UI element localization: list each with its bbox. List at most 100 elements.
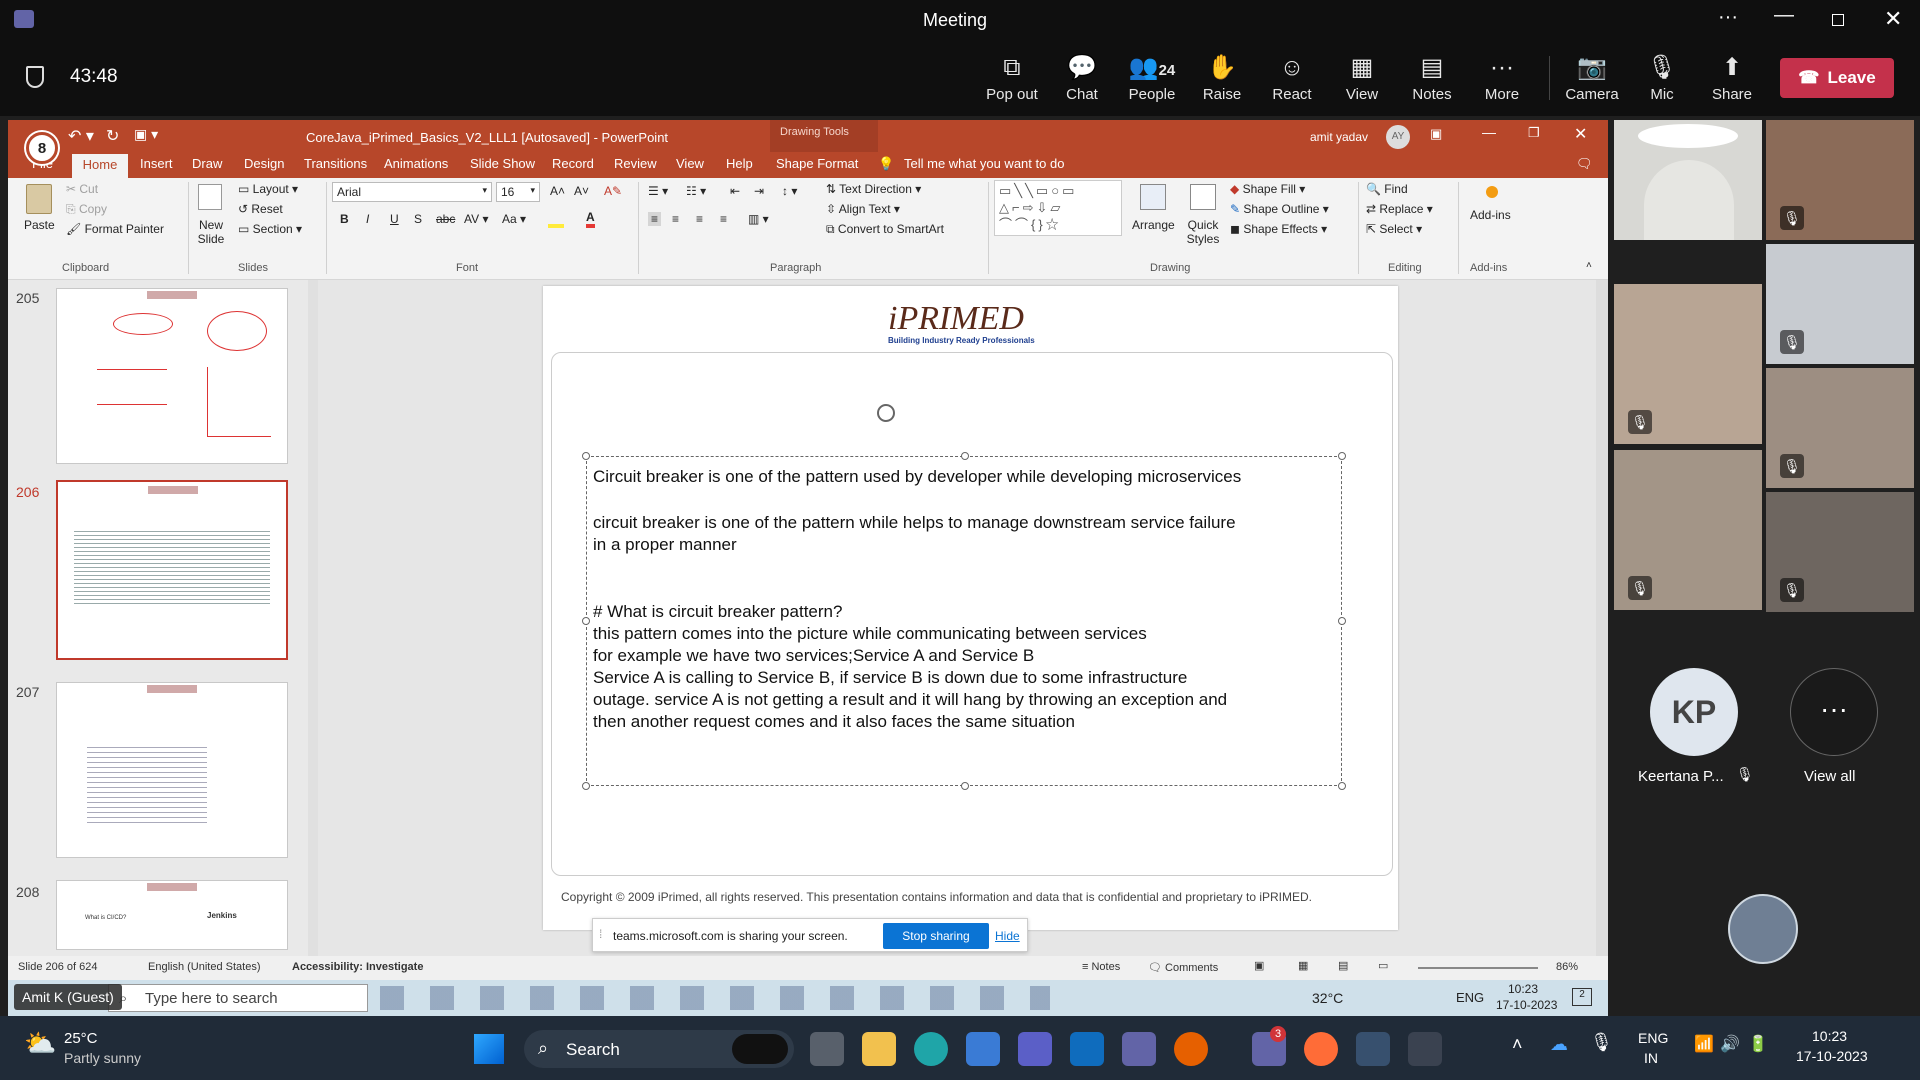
font-name-select[interactable]: Arial ▾: [332, 182, 492, 202]
bullets-icon[interactable]: ☰ ▾: [648, 184, 668, 198]
participant-video[interactable]: 🎙: [1766, 368, 1914, 488]
shape-fill-button[interactable]: ◆ Shape Fill ▾: [1230, 182, 1305, 196]
line-spacing-icon[interactable]: ↕ ▾: [782, 184, 797, 198]
find-button[interactable]: 🔍 Find: [1366, 182, 1408, 196]
replace-button[interactable]: ⇄ Replace ▾: [1366, 202, 1433, 216]
tab-insert[interactable]: Insert: [140, 156, 173, 171]
edge-icon[interactable]: [914, 1032, 948, 1066]
chat-button[interactable]: 💬 Chat: [1049, 40, 1115, 116]
more-button[interactable]: ··· More: [1469, 40, 1535, 116]
notification-icon[interactable]: 2: [1572, 988, 1592, 1006]
react-button[interactable]: ☺ React: [1259, 40, 1325, 116]
stop-sharing-button[interactable]: Stop sharing: [883, 923, 989, 949]
addins-button[interactable]: Add-ins: [1470, 208, 1511, 222]
tab-help[interactable]: Help: [726, 156, 753, 171]
slide-thumbnail-208[interactable]: Jenkins What is CI/CD?: [56, 880, 288, 950]
snipping-icon[interactable]: [1356, 1032, 1390, 1066]
window-menu-icon[interactable]: ···: [1718, 6, 1738, 29]
convert-smartart-button[interactable]: ⧉ Convert to SmartArt: [826, 222, 944, 237]
rotate-handle-icon[interactable]: [877, 404, 895, 422]
self-video[interactable]: [1728, 894, 1798, 964]
text-direction-button[interactable]: ⇅ Text Direction ▾: [826, 182, 921, 196]
resize-handle[interactable]: [1338, 782, 1346, 790]
columns-icon[interactable]: ▥ ▾: [748, 212, 769, 226]
highlight-icon[interactable]: [548, 214, 564, 228]
align-left-icon[interactable]: ≡: [648, 212, 662, 226]
participant-video[interactable]: [1614, 120, 1762, 240]
accessibility-status[interactable]: Accessibility: Investigate: [292, 961, 423, 973]
grow-font-icon[interactable]: A˄: [550, 184, 565, 198]
leave-button[interactable]: ☎ Leave: [1780, 58, 1894, 98]
view-button[interactable]: ▦ View: [1329, 40, 1395, 116]
resize-handle[interactable]: [582, 617, 590, 625]
arrange-button[interactable]: Arrange: [1132, 218, 1175, 232]
resize-handle[interactable]: [1338, 452, 1346, 460]
tab-design[interactable]: Design: [244, 156, 284, 171]
taskbar-app-icons[interactable]: [380, 986, 1050, 1010]
font-color-icon[interactable]: A: [586, 210, 595, 228]
align-center-icon[interactable]: ≡: [672, 212, 679, 226]
file-explorer-icon[interactable]: [862, 1032, 896, 1066]
collapse-ribbon-icon[interactable]: ˄: [1586, 260, 1592, 271]
mic-button[interactable]: 🎙 Mic: [1629, 40, 1695, 116]
pop-out-button[interactable]: ⧉ Pop out: [979, 40, 1045, 116]
app-icon[interactable]: [1408, 1032, 1442, 1066]
onedrive-icon[interactable]: ☁: [1550, 1034, 1568, 1055]
lang-line2[interactable]: IN: [1644, 1050, 1658, 1066]
volume-icon[interactable]: 🔊: [1720, 1034, 1740, 1054]
shape-outline-button[interactable]: ✎ Shape Outline ▾: [1230, 202, 1329, 216]
tab-draw[interactable]: Draw: [192, 156, 222, 171]
strikethrough-icon[interactable]: abc: [436, 212, 455, 226]
paste-button[interactable]: Paste: [24, 218, 55, 232]
firefox-icon[interactable]: [1174, 1032, 1208, 1066]
shadow-icon[interactable]: S: [414, 212, 422, 226]
tab-slide-show[interactable]: Slide Show: [470, 156, 535, 171]
start-slideshow-icon[interactable]: ▣ ▾: [134, 126, 158, 143]
align-text-button[interactable]: ⇳ Align Text ▾: [826, 202, 900, 216]
cut-button[interactable]: ✂ Cut: [66, 182, 98, 196]
section-button[interactable]: ▭ Section ▾: [238, 222, 302, 236]
tab-view[interactable]: View: [676, 156, 704, 171]
ribbon-display-icon[interactable]: ▣: [1430, 126, 1442, 142]
task-view-icon[interactable]: [810, 1032, 844, 1066]
layout-button[interactable]: ▭ Layout ▾: [238, 182, 298, 196]
slide-thumbnail-206[interactable]: [56, 480, 288, 660]
slideshow-view-icon[interactable]: ▭: [1378, 959, 1388, 972]
comments-icon[interactable]: 🗨: [1576, 156, 1593, 172]
font-size-select[interactable]: 16 ▾: [496, 182, 540, 202]
language-status[interactable]: English (United States): [148, 961, 261, 973]
participant-video[interactable]: 🎙: [1766, 492, 1914, 612]
clock-date[interactable]: 17-10-2023: [1796, 1048, 1868, 1064]
new-slide-button[interactable]: New Slide: [194, 218, 228, 246]
wifi-icon[interactable]: 📶: [1694, 1034, 1714, 1054]
participant-video[interactable]: 🎙: [1766, 244, 1914, 364]
tab-transitions[interactable]: Transitions: [304, 156, 367, 171]
select-button[interactable]: ⇱ Select ▾: [1366, 222, 1422, 236]
pp-close-icon[interactable]: ✕: [1574, 124, 1587, 144]
chevron-up-icon[interactable]: ˄: [1512, 1034, 1523, 1055]
tab-shape-format[interactable]: Shape Format: [776, 156, 858, 171]
reading-view-icon[interactable]: ▤: [1338, 959, 1348, 972]
pp-restore-icon[interactable]: ❐: [1528, 125, 1540, 141]
numbering-icon[interactable]: ☷ ▾: [686, 184, 706, 198]
zoom-level[interactable]: 86%: [1556, 961, 1578, 973]
italic-icon[interactable]: I: [366, 212, 369, 226]
raise-hand-button[interactable]: ✋ Raise: [1189, 40, 1255, 116]
resize-handle[interactable]: [582, 452, 590, 460]
restore-icon[interactable]: [1832, 14, 1844, 26]
char-spacing-icon[interactable]: AV ▾: [464, 212, 488, 226]
tab-home[interactable]: Home: [72, 154, 128, 178]
participant-video[interactable]: 🎙: [1614, 450, 1762, 610]
slide-thumbnail-205[interactable]: [56, 288, 288, 464]
tab-animations[interactable]: Animations: [384, 156, 448, 171]
close-icon[interactable]: ✕: [1884, 6, 1902, 32]
change-case-icon[interactable]: Aa ▾: [502, 212, 526, 226]
resize-handle[interactable]: [961, 782, 969, 790]
shrink-font-icon[interactable]: A˅: [574, 184, 589, 198]
underline-icon[interactable]: U: [390, 212, 399, 226]
tell-me-search[interactable]: Tell me what you want to do: [904, 156, 1064, 171]
store-icon[interactable]: [966, 1032, 1000, 1066]
minimize-icon[interactable]: —: [1774, 4, 1794, 27]
resize-handle[interactable]: [961, 452, 969, 460]
people-button[interactable]: 👥24 People: [1119, 40, 1185, 116]
